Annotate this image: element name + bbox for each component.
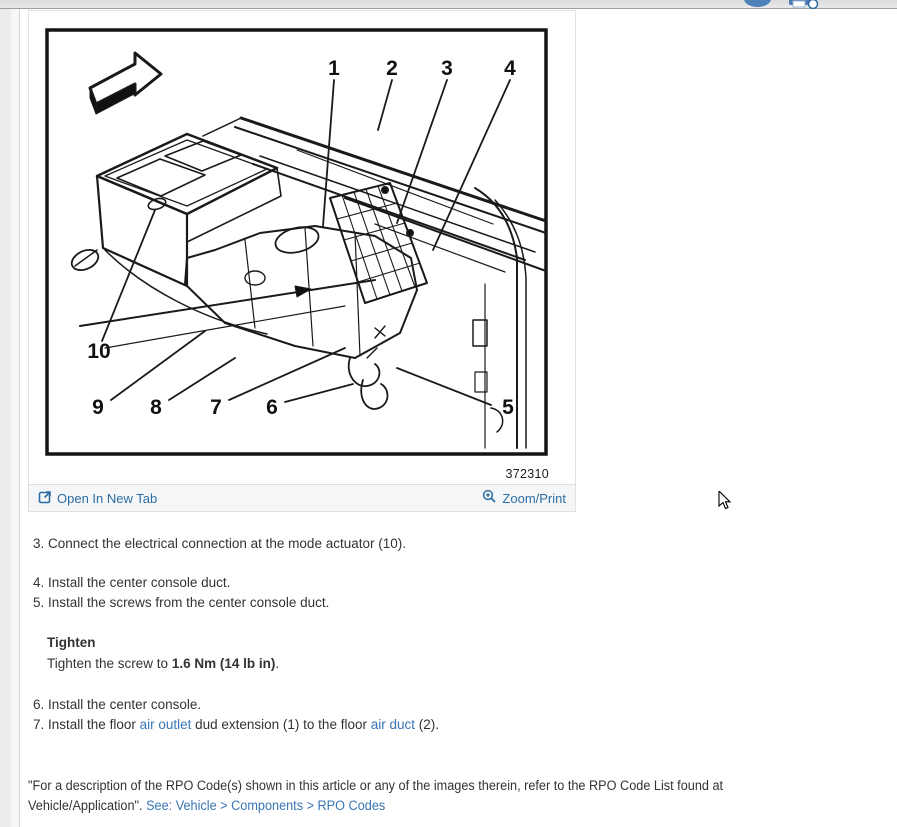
step-6-text: Install the center console. (48, 697, 202, 712)
left-gutter-inner (11, 9, 20, 827)
step-3-text: Connect the electrical connection at the… (48, 536, 406, 551)
zoom-print-button[interactable]: Zoom/Print (482, 489, 566, 507)
left-gutter (0, 9, 11, 827)
step-7: 7. Install the floor air outlet dud exte… (33, 716, 439, 733)
callout-3: 3 (441, 57, 453, 80)
air-duct-link[interactable]: air duct (371, 717, 415, 732)
rpo-codes-link[interactable]: See: Vehicle > Components > RPO Codes (146, 798, 385, 813)
open-in-new-tab-label: Open In New Tab (57, 490, 158, 506)
zoom-print-label: Zoom/Print (502, 490, 566, 506)
callout-8: 8 (150, 396, 162, 419)
printer-icon[interactable] (787, 0, 819, 14)
open-in-new-tab-button[interactable]: Open In New Tab (38, 490, 157, 507)
callout-10: 10 (87, 340, 110, 363)
step-5-text: Install the screws from the center conso… (48, 595, 330, 610)
step-7-text-prefix: Install the floor (48, 717, 140, 732)
callout-2: 2 (386, 57, 398, 80)
rpo-note-line2: Vehicle/Application". (28, 798, 147, 813)
zoom-magnifier-icon (482, 489, 497, 507)
step-6: 6. Install the center console. (33, 696, 201, 713)
step-4-text: Install the center console duct. (48, 575, 231, 590)
tighten-spec-value: 1.6 Nm (14 lb in) (171, 656, 276, 671)
rpo-note: "For a description of the RPO Code(s) sh… (28, 776, 836, 816)
rpo-note-line1: "For a description of the RPO Code(s) sh… (28, 778, 724, 793)
callout-1: 1 (328, 57, 340, 80)
browser-top-bar (0, 0, 897, 10)
tighten-spec-suffix: . (275, 656, 280, 671)
mouse-cursor (718, 489, 734, 516)
air-outlet-link[interactable]: air outlet (140, 717, 192, 732)
figure-panel: 1 2 3 4 5 6 7 8 9 10 372310 Open In New … (28, 10, 576, 512)
step-7-text-suffix: (2). (415, 717, 440, 732)
callout-4: 4 (504, 57, 516, 80)
hvac-diagram-image: 1 2 3 4 5 6 7 8 9 10 (45, 28, 548, 456)
callout-6: 6 (266, 396, 278, 419)
callout-7: 7 (210, 396, 222, 419)
step-3-number: 3. (33, 536, 45, 551)
step-5-number: 5. (33, 595, 45, 610)
callout-9: 9 (92, 396, 104, 419)
figure-number: 372310 (505, 467, 549, 481)
avatar-icon[interactable] (744, 0, 771, 7)
callout-5: 5 (502, 396, 514, 419)
tighten-spec-prefix: Tighten the screw to (47, 656, 172, 671)
tighten-spec: Tighten the screw to 1.6 Nm (14 lb in). (47, 655, 279, 672)
step-5: 5. Install the screws from the center co… (33, 594, 329, 611)
step-7-text-mid: dud extension (1) to the floor (191, 717, 371, 732)
step-6-number: 6. (33, 697, 45, 712)
open-in-new-tab-icon (38, 490, 52, 507)
step-4-number: 4. (33, 575, 45, 590)
step-3: 3. Connect the electrical connection at … (33, 535, 406, 552)
figure-toolbar: Open In New Tab Zoom/Print (29, 484, 575, 511)
step-7-number: 7. (33, 717, 45, 732)
step-4: 4. Install the center console duct. (33, 574, 230, 591)
tighten-heading: Tighten (47, 635, 96, 650)
